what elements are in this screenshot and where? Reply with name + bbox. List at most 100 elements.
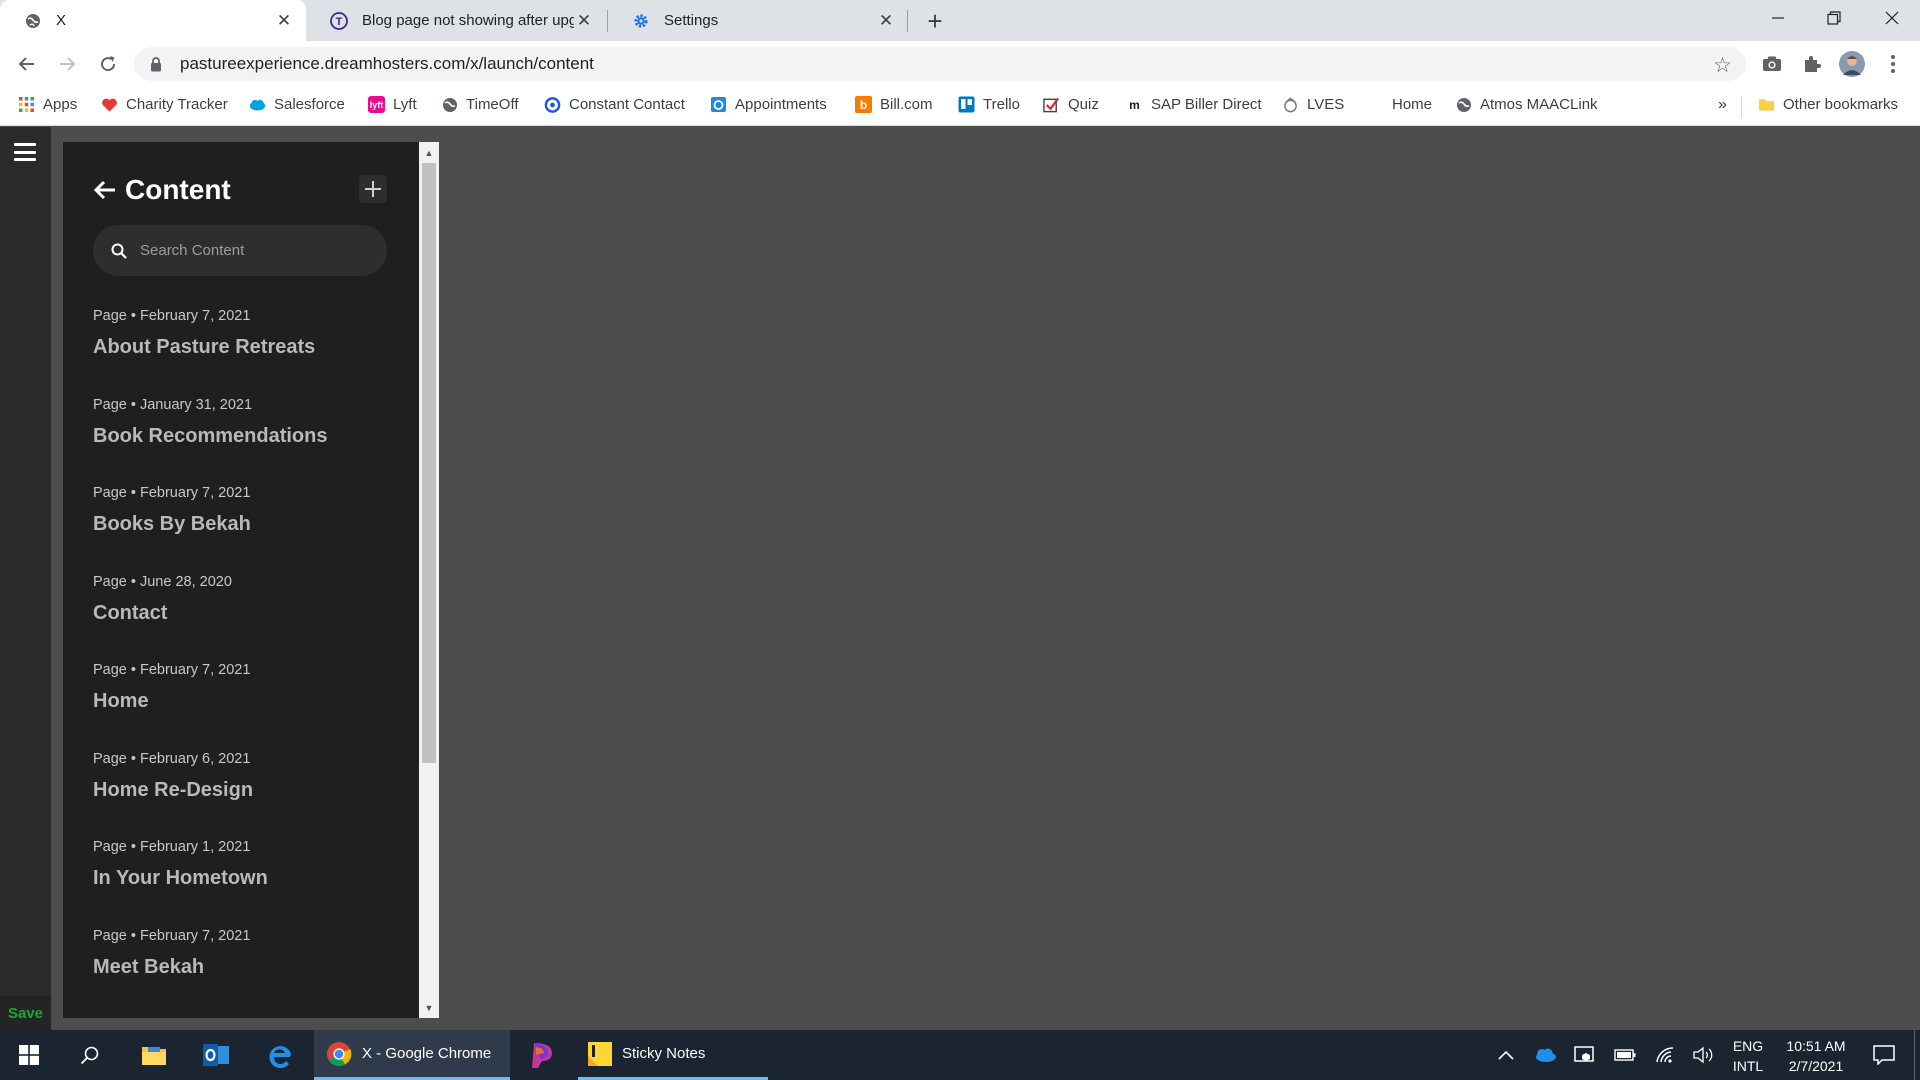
bookmark-label: TimeOff xyxy=(466,96,519,113)
bookmark-lyft[interactable]: lyft Lyft xyxy=(368,96,417,113)
search-content-field[interactable] xyxy=(93,225,387,276)
content-item-title[interactable]: Books By Bekah xyxy=(93,513,393,536)
save-button[interactable]: Save xyxy=(0,996,51,1030)
bookmark-appointments[interactable]: Appointments xyxy=(710,96,827,113)
bookmark-charity-tracker[interactable]: Charity Tracker xyxy=(101,96,228,113)
content-item[interactable]: Page • February 7, 2021 Meet Bekah xyxy=(93,924,393,1013)
windows-start-icon[interactable] xyxy=(0,1030,58,1080)
trello-icon xyxy=(958,96,975,113)
tray-overflow-chevron-icon[interactable] xyxy=(1494,1030,1518,1080)
content-item-title[interactable]: Home Re-Design xyxy=(93,779,393,802)
globe-icon xyxy=(441,96,458,113)
tab-strip: X ✕ T Blog page not showing after upg ✕ … xyxy=(0,0,1920,41)
wifi-icon[interactable] xyxy=(1652,1030,1678,1080)
bookmark-home[interactable]: Home xyxy=(1392,96,1432,113)
apps-grid-icon xyxy=(18,96,35,113)
content-item[interactable]: Page • February 7, 2021 Books By Bekah xyxy=(93,481,393,570)
content-panel: Content Page • February 7, 2021 About Pa… xyxy=(63,142,419,1018)
url-text[interactable]: pastureexperience.dreamhosters.com/x/lau… xyxy=(180,54,594,74)
lock-icon[interactable] xyxy=(150,56,164,72)
taskbar-sticky-notes[interactable]: Sticky Notes xyxy=(578,1030,768,1080)
language-code: ENG xyxy=(1732,1038,1764,1054)
scroll-up-icon[interactable]: ▲ xyxy=(419,144,439,161)
sticky-notes-icon xyxy=(588,1041,612,1066)
bookmark-sap-biller-direct[interactable]: m SAP Biller Direct xyxy=(1126,96,1262,113)
action-center-notification-icon[interactable] xyxy=(1864,1030,1904,1080)
hamburger-menu-icon[interactable] xyxy=(14,143,36,161)
search-icon[interactable] xyxy=(62,1030,118,1080)
taskbar-chrome-window[interactable]: X - Google Chrome xyxy=(314,1030,510,1080)
scrollbar-thumb[interactable] xyxy=(422,163,436,763)
puzzle-extensions-icon[interactable] xyxy=(1797,49,1827,79)
content-item[interactable]: Page • February 7, 2021 About Pasture Re… xyxy=(93,304,393,393)
content-item-title[interactable]: About Pasture Retreats xyxy=(93,336,393,359)
restore-window-icon[interactable] xyxy=(1806,0,1862,36)
sap-icon: m xyxy=(1129,97,1140,112)
content-item[interactable]: Page • February 6, 2021 Home Re-Design xyxy=(93,747,393,836)
content-item-title[interactable]: Book Recommendations xyxy=(93,425,393,448)
battery-icon[interactable] xyxy=(1612,1030,1638,1080)
close-window-icon[interactable] xyxy=(1864,0,1920,36)
bookmark-salesforce[interactable]: Salesforce xyxy=(249,96,345,113)
close-tab-icon[interactable]: ✕ xyxy=(876,11,896,31)
content-item-title[interactable]: In Your Hometown xyxy=(93,867,393,890)
content-item-title[interactable]: Contact xyxy=(93,602,393,625)
bookmark-trello[interactable]: Trello xyxy=(958,96,1020,113)
taskbar-clock[interactable]: 10:51 AM 2/7/2021 xyxy=(1776,1036,1856,1076)
panel-scrollbar[interactable]: ▲ ▼ xyxy=(419,142,439,1018)
volume-speaker-icon[interactable] xyxy=(1690,1030,1716,1080)
content-item-title[interactable]: Meet Bekah xyxy=(93,956,393,979)
content-item[interactable]: Page • February 7, 2021 Home xyxy=(93,658,393,747)
tab-x[interactable]: X ✕ xyxy=(0,0,306,41)
tab-blog-page[interactable]: T Blog page not showing after upg ✕ xyxy=(306,0,606,41)
bookmark-atmos-maaclink[interactable]: Atmos MAACLink xyxy=(1455,96,1598,113)
edge-browser-icon[interactable] xyxy=(252,1030,308,1080)
input-language-indicator[interactable]: ENG INTL xyxy=(1722,1036,1774,1076)
search-input[interactable] xyxy=(140,242,370,259)
bookmark-apps[interactable]: Apps xyxy=(18,96,77,113)
bookmark-timeoff[interactable]: TimeOff xyxy=(441,96,519,113)
new-tab-button[interactable]: + xyxy=(920,6,950,36)
content-list: Page • February 7, 2021 About Pasture Re… xyxy=(93,304,393,1012)
address-bar[interactable]: pastureexperience.dreamhosters.com/x/lau… xyxy=(134,47,1746,81)
content-item-meta: Page • February 7, 2021 xyxy=(93,485,251,501)
scroll-down-icon[interactable]: ▼ xyxy=(419,999,439,1016)
paint-app-icon[interactable] xyxy=(514,1030,570,1080)
bookmarks-overflow-button[interactable]: » xyxy=(1718,96,1727,114)
bookmark-label: Apps xyxy=(43,96,78,113)
defender-icon[interactable] xyxy=(1572,1030,1598,1080)
close-tab-icon[interactable]: ✕ xyxy=(574,11,594,31)
clock-time: 10:51 AM xyxy=(1786,1038,1846,1054)
profile-avatar[interactable] xyxy=(1837,49,1867,79)
back-arrow-icon[interactable] xyxy=(93,177,119,203)
tab-settings[interactable]: Settings ✕ xyxy=(608,0,908,41)
outlook-icon[interactable] xyxy=(188,1030,244,1080)
tab-title: Blog page not showing after upg xyxy=(362,12,574,29)
content-item-meta: Page • January 31, 2021 xyxy=(93,396,253,413)
content-item-meta: Page • June 28, 2020 xyxy=(93,573,232,590)
minimize-window-icon[interactable] xyxy=(1750,0,1806,36)
content-item-title[interactable]: Home xyxy=(93,690,393,713)
other-bookmarks[interactable]: Other bookmarks xyxy=(1758,96,1898,113)
chrome-menu-icon[interactable] xyxy=(1878,49,1908,79)
bookmark-star-icon[interactable]: ☆ xyxy=(1713,53,1732,78)
bookmark-lves[interactable]: LVES xyxy=(1282,96,1344,113)
bookmark-constant-contact[interactable]: Constant Contact xyxy=(544,96,685,113)
content-item[interactable]: Page • June 28, 2020 Contact xyxy=(93,570,393,659)
bookmark-bill-com[interactable]: b Bill.com xyxy=(855,96,933,113)
bookmark-label: SAP Biller Direct xyxy=(1151,96,1262,113)
add-content-button[interactable] xyxy=(359,175,387,203)
taskbar-sticky-label: Sticky Notes xyxy=(622,1045,706,1062)
show-desktop-divider[interactable] xyxy=(1914,1030,1915,1080)
camera-icon[interactable] xyxy=(1757,49,1787,79)
reload-icon[interactable] xyxy=(93,49,123,79)
content-item[interactable]: Page • February 1, 2021 In Your Hometown xyxy=(93,835,393,924)
file-explorer-icon[interactable] xyxy=(126,1030,182,1080)
content-item[interactable]: Page • January 31, 2021 Book Recommendat… xyxy=(93,393,393,482)
close-tab-icon[interactable]: ✕ xyxy=(274,11,294,31)
gear-icon xyxy=(632,12,650,30)
back-arrow-icon[interactable] xyxy=(12,49,42,79)
bookmark-quiz[interactable]: Quiz xyxy=(1043,96,1099,113)
onedrive-cloud-icon[interactable] xyxy=(1532,1030,1558,1080)
forward-arrow-icon[interactable] xyxy=(52,49,82,79)
